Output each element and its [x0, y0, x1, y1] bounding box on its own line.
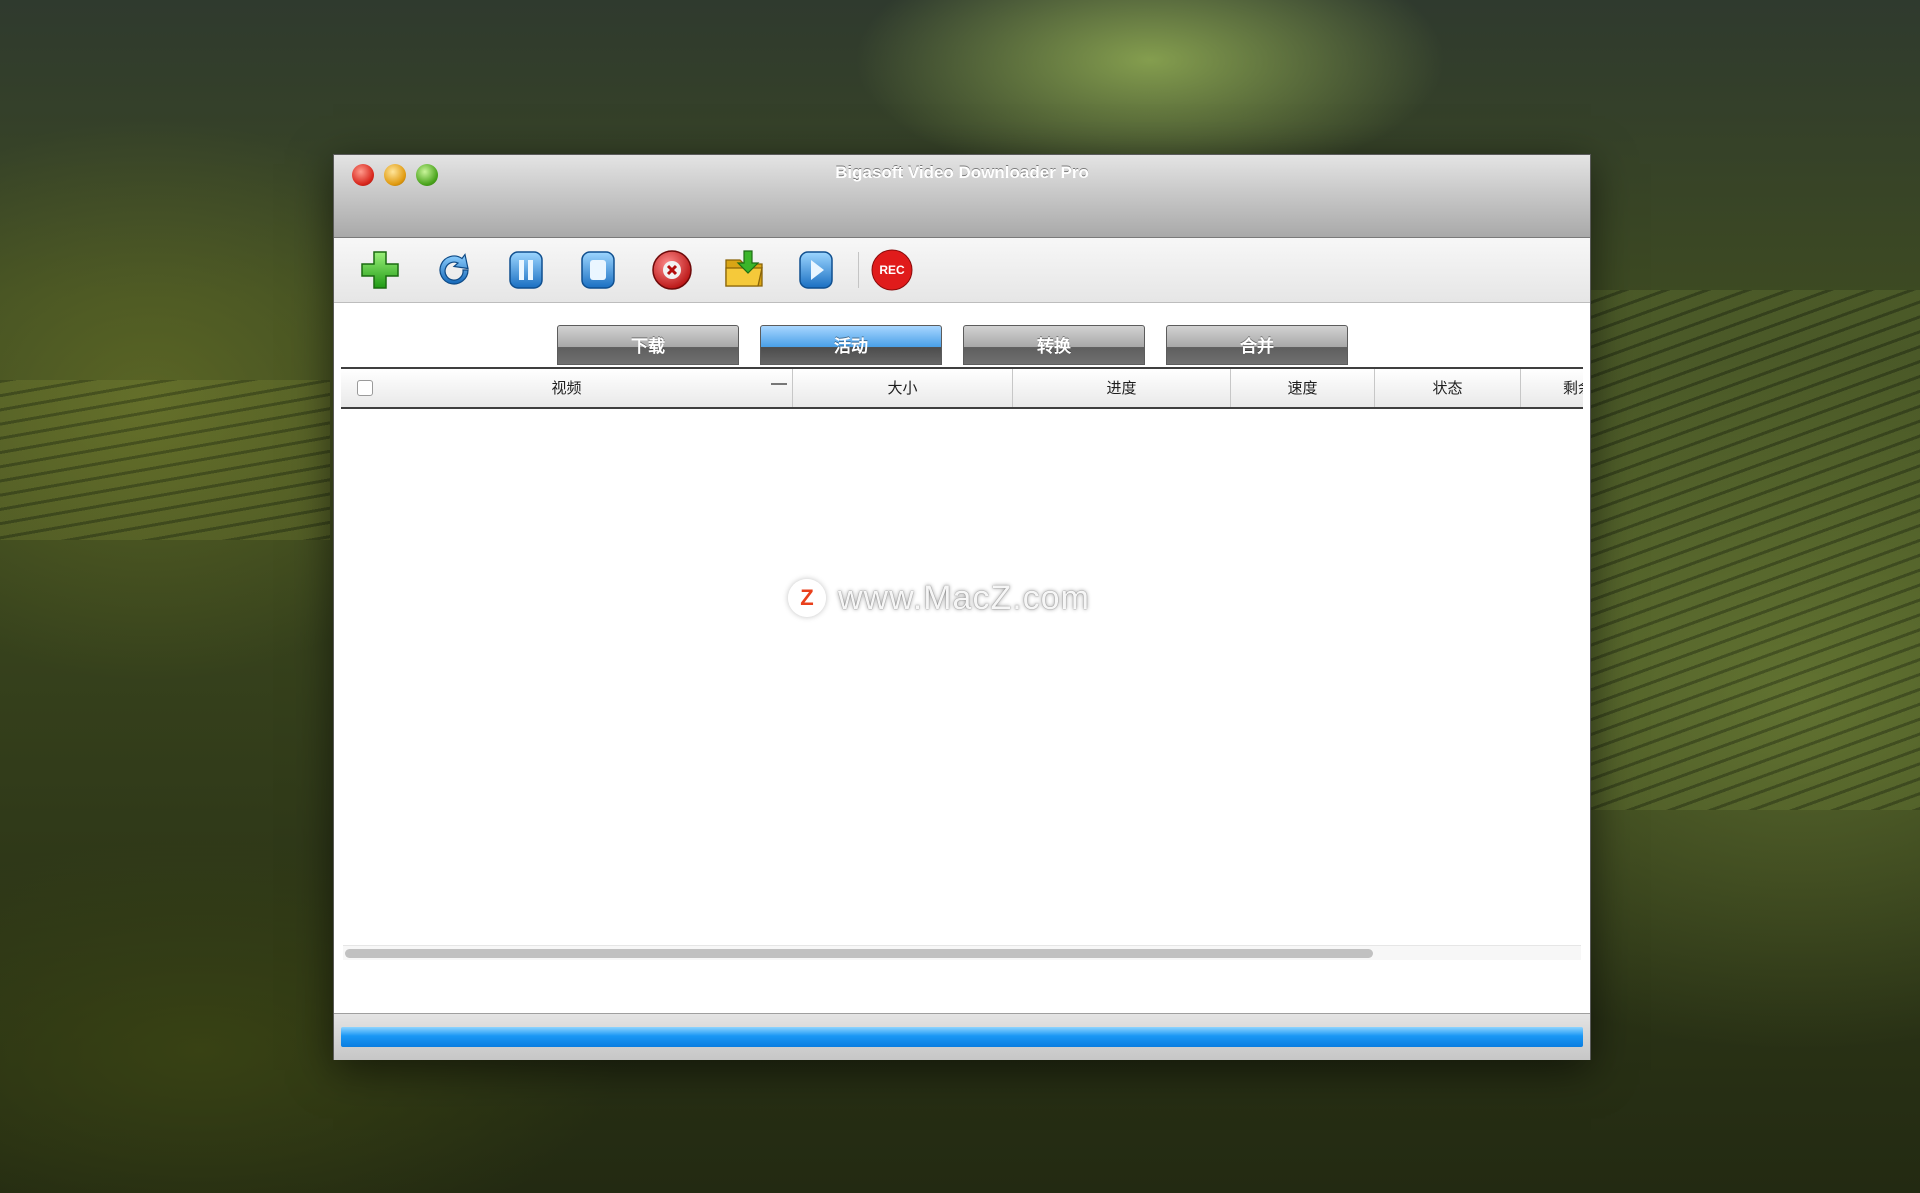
- tab-convert[interactable]: 转换: [963, 325, 1145, 365]
- watermark-text: www.MacZ.com: [838, 578, 1090, 617]
- open-folder-icon: [725, 250, 763, 287]
- play-button[interactable]: [794, 248, 838, 292]
- toolbar-separator: [858, 252, 859, 288]
- delete-button[interactable]: [650, 248, 694, 292]
- column-video-label: 视频: [551, 379, 582, 397]
- open-folder-button[interactable]: [722, 248, 766, 292]
- record-button[interactable]: REC: [870, 248, 914, 292]
- column-status[interactable]: 状态: [1375, 369, 1521, 407]
- overall-progress-bar: [341, 1027, 1583, 1047]
- sort-indicator-icon: [771, 383, 787, 385]
- play-icon: [799, 251, 833, 289]
- watermark-logo: Z: [788, 579, 826, 617]
- status-bar: [334, 1013, 1590, 1060]
- pause-icon: [509, 251, 543, 289]
- stop-button[interactable]: [576, 248, 620, 292]
- delete-icon: [652, 250, 692, 290]
- window-title: Bigasoft Video Downloader Pro: [835, 163, 1089, 182]
- download-table: 视频 大小 进度 速度 状态 剩余: [341, 367, 1583, 992]
- horizontal-scrollbar-thumb[interactable]: [345, 949, 1373, 958]
- title-bar[interactable]: Bigasoft Video Downloader Pro: [334, 155, 1590, 238]
- column-speed[interactable]: 速度: [1231, 369, 1375, 407]
- refresh-icon: [439, 253, 469, 285]
- column-video[interactable]: 视频: [341, 369, 793, 407]
- add-button[interactable]: [358, 248, 402, 292]
- tab-merge[interactable]: 合并: [1166, 325, 1348, 365]
- table-body[interactable]: [341, 409, 1583, 949]
- table-header: 视频 大小 进度 速度 状态 剩余: [341, 367, 1583, 409]
- toolbar: REC: [334, 238, 1590, 303]
- add-icon: [361, 251, 399, 289]
- column-progress[interactable]: 进度: [1013, 369, 1231, 407]
- refresh-button[interactable]: [432, 248, 476, 292]
- column-size[interactable]: 大小: [793, 369, 1013, 407]
- overall-progress-fill: [341, 1027, 1583, 1047]
- pause-button[interactable]: [504, 248, 548, 292]
- select-all-checkbox[interactable]: [357, 380, 373, 396]
- rec-label: REC: [879, 263, 905, 277]
- horizontal-scrollbar[interactable]: [343, 945, 1581, 960]
- column-remaining[interactable]: 剩余: [1521, 369, 1583, 407]
- stop-icon: [581, 251, 615, 289]
- tab-download[interactable]: 下载: [557, 325, 739, 365]
- desktop-wallpaper-vineyard-right: [1580, 290, 1920, 810]
- desktop-wallpaper-vineyard-left: [0, 380, 330, 540]
- rec-icon: REC: [871, 249, 913, 291]
- watermark: Z www.MacZ.com: [788, 576, 1090, 620]
- tab-active[interactable]: 活动: [760, 325, 942, 365]
